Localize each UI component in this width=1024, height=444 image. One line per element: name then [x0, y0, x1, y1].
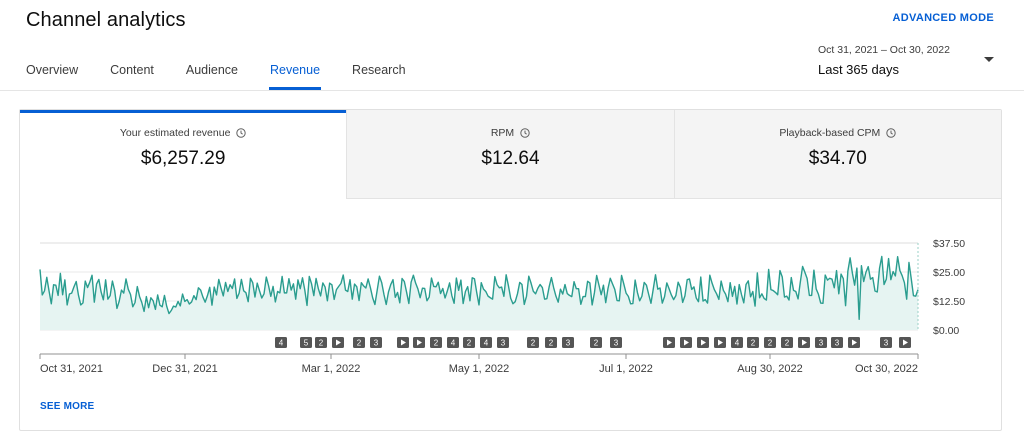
revenue-chart: $37.50 $25.00 $12.50 $0.00 4 5 2 2 3 2 4 2 4 3 2 2 3 2 3 4 2…: [39, 238, 965, 375]
x-tick-label: Mar 1, 2022: [302, 363, 361, 375]
tab-divider: [0, 90, 1024, 91]
event-marker-count: 3: [614, 339, 619, 348]
event-marker-count: 2: [594, 339, 599, 348]
event-marker-count: 4: [279, 339, 284, 348]
event-marker-count: 2: [768, 339, 773, 348]
event-marker-count: 2: [467, 339, 472, 348]
event-marker-count: 3: [835, 339, 840, 348]
y-tick-label: $25.00: [933, 267, 965, 279]
event-marker-count: 2: [785, 339, 790, 348]
event-marker-count: 3: [819, 339, 824, 348]
date-range-dates: Oct 31, 2021 – Oct 30, 2022: [818, 44, 950, 56]
event-marker-count: 4: [451, 339, 456, 348]
event-marker-count: 2: [531, 339, 536, 348]
event-marker-count: 4: [484, 339, 489, 348]
event-marker-count: 2: [357, 339, 362, 348]
y-tick-label: $12.50: [933, 296, 965, 308]
tab-revenue[interactable]: Revenue: [268, 56, 322, 90]
event-marker-count: 2: [319, 339, 324, 348]
y-tick-label: $0.00: [933, 325, 959, 337]
tab-audience[interactable]: Audience: [186, 56, 238, 90]
event-marker-count: 5: [304, 339, 309, 348]
x-tick-label: May 1, 2022: [449, 363, 510, 375]
event-marker-count: 2: [549, 339, 554, 348]
event-marker-count: 3: [501, 339, 506, 348]
see-more-button[interactable]: SEE MORE: [40, 401, 94, 412]
x-tick-label: Dec 31, 2021: [152, 363, 217, 375]
event-marker-count: 2: [751, 339, 756, 348]
event-marker-count: 4: [735, 339, 740, 348]
revenue-card: Your estimated revenue $6,257.29 RPM $12…: [19, 109, 1002, 431]
tab-content[interactable]: Content: [110, 56, 154, 90]
event-marker-count: 3: [566, 339, 571, 348]
page-title: Channel analytics: [26, 9, 186, 31]
tab-bar: Overview Content Audience Revenue Resear…: [26, 56, 438, 90]
x-tick-label: Jul 1, 2022: [599, 363, 653, 375]
series-area: [40, 256, 918, 330]
x-tick-label: Oct 31, 2021: [40, 363, 103, 375]
x-tick-label: Oct 30, 2022: [855, 363, 918, 375]
event-marker-count: 2: [434, 339, 439, 348]
x-tick-label: Aug 30, 2022: [737, 363, 802, 375]
event-marker-count: 3: [884, 339, 889, 348]
date-range-selector[interactable]: Oct 31, 2021 – Oct 30, 2022 Last 365 day…: [818, 44, 998, 80]
tab-research[interactable]: Research: [352, 56, 406, 90]
event-marker-count: 3: [374, 339, 379, 348]
tab-overview[interactable]: Overview: [26, 56, 78, 90]
y-tick-label: $37.50: [933, 238, 965, 250]
date-range-label: Last 365 days: [818, 62, 899, 77]
advanced-mode-button[interactable]: ADVANCED MODE: [893, 12, 994, 24]
caret-down-icon: [984, 57, 994, 62]
